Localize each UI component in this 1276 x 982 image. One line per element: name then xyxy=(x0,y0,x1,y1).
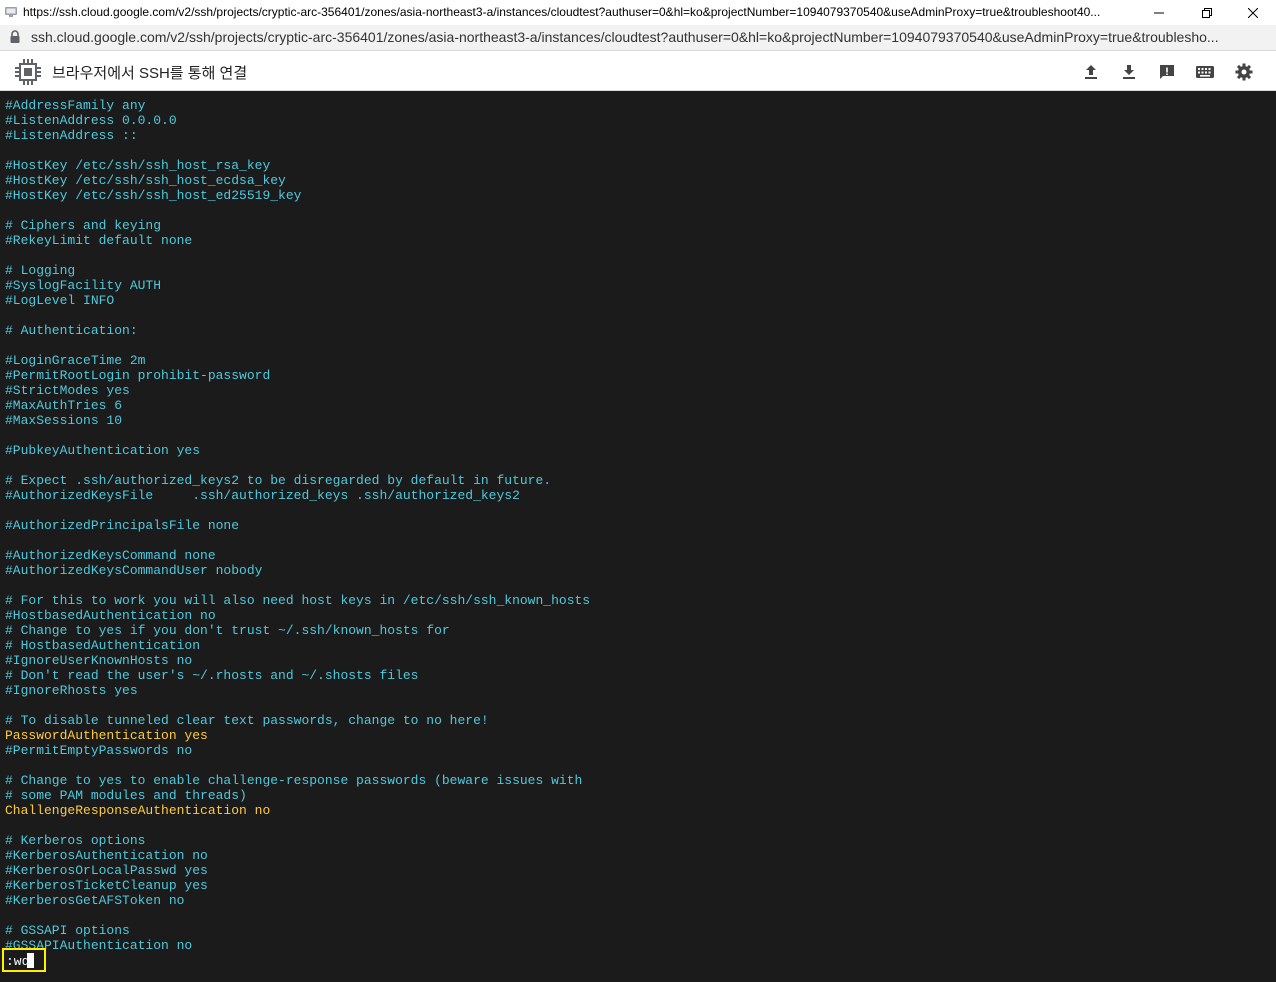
terminal-line: # Logging xyxy=(5,263,76,278)
terminal-line: #LoginGraceTime 2m xyxy=(5,353,146,368)
page-title: 브라우저에서 SSH를 통해 연결 xyxy=(52,65,248,82)
terminal-line: PasswordAuthentication yes xyxy=(5,728,208,743)
terminal-line: #KerberosOrLocalPasswd yes xyxy=(5,863,208,878)
terminal-line: #GSSAPIAuthentication no xyxy=(5,938,193,953)
terminal-output: #AddressFamily any #ListenAddress 0.0.0.0… xyxy=(5,98,590,953)
terminal-line: # HostbasedAuthentication xyxy=(5,638,201,653)
terminal-line: #StrictModes yes xyxy=(5,383,130,398)
lock-icon xyxy=(10,30,20,43)
terminal-line: # Ciphers and keying xyxy=(5,218,162,233)
upload-button[interactable] xyxy=(1079,60,1103,84)
feedback-icon xyxy=(1160,65,1174,79)
close-icon xyxy=(1248,7,1258,18)
terminal-line: #AuthorizedKeysFile .ssh/authorized_keys… xyxy=(5,488,520,503)
vim-command-line[interactable]: :wq xyxy=(6,954,29,969)
terminal[interactable]: #AddressFamily any #ListenAddress 0.0.0.0… xyxy=(0,91,1276,982)
terminal-line: #RekeyLimit default none xyxy=(5,233,193,248)
terminal-line: # Don't read the user's ~/.rhosts and ~/… xyxy=(5,668,419,683)
terminal-line: #MaxAuthTries 6 xyxy=(5,398,123,413)
terminal-line: #HostKey /etc/ssh/ssh_host_ed25519_key xyxy=(5,188,302,203)
keyboard-button[interactable] xyxy=(1193,60,1217,84)
terminal-line: #AuthorizedPrincipalsFile none xyxy=(5,518,240,533)
terminal-line: # Authentication: xyxy=(5,323,138,338)
close-button[interactable] xyxy=(1230,0,1276,25)
chip-icon xyxy=(15,59,41,85)
terminal-line: ChallengeResponseAuthentication no xyxy=(5,803,271,818)
restore-icon xyxy=(1202,7,1212,18)
terminal-line: #KerberosTicketCleanup yes xyxy=(5,878,208,893)
terminal-line: # For this to work you will also need ho… xyxy=(5,593,591,608)
terminal-line: #ListenAddress :: xyxy=(5,128,138,143)
window-title-bar: https://ssh.cloud.google.com/v2/ssh/proj… xyxy=(0,0,1276,26)
terminal-line: #PermitRootLogin prohibit-password xyxy=(5,368,271,383)
terminal-line: #PubkeyAuthentication yes xyxy=(5,443,201,458)
terminal-line: # Change to yes to enable challenge-resp… xyxy=(5,773,583,788)
terminal-line: #HostbasedAuthentication no xyxy=(5,608,216,623)
ssh-header: 브라우저에서 SSH를 통해 연결 xyxy=(0,51,1276,91)
upload-icon xyxy=(1085,65,1097,79)
feedback-button[interactable] xyxy=(1155,60,1179,84)
terminal-line: #HostKey /etc/ssh/ssh_host_ecdsa_key xyxy=(5,173,286,188)
monitor-icon xyxy=(5,7,17,17)
terminal-line: #ListenAddress 0.0.0.0 xyxy=(5,113,177,128)
terminal-line: #PermitEmptyPasswords no xyxy=(5,743,193,758)
terminal-line: #AuthorizedKeysCommandUser nobody xyxy=(5,563,263,578)
terminal-line: #IgnoreRhosts yes xyxy=(5,683,138,698)
terminal-line: #KerberosAuthentication no xyxy=(5,848,208,863)
terminal-line: #AddressFamily any xyxy=(5,98,146,113)
gear-icon xyxy=(1235,63,1253,81)
terminal-line: #SyslogFacility AUTH xyxy=(5,278,162,293)
download-icon xyxy=(1123,65,1135,79)
restore-button[interactable] xyxy=(1184,0,1230,25)
terminal-line: # some PAM modules and threads) xyxy=(5,788,247,803)
terminal-line: #HostKey /etc/ssh/ssh_host_rsa_key xyxy=(5,158,271,173)
terminal-line: #AuthorizedKeysCommand none xyxy=(5,548,216,563)
keyboard-icon xyxy=(1196,66,1214,78)
terminal-line: #KerberosGetAFSToken no xyxy=(5,893,185,908)
terminal-line: # Expect .ssh/authorized_keys2 to be dis… xyxy=(5,473,552,488)
terminal-line: # Kerberos options xyxy=(5,833,146,848)
terminal-line: # Change to yes if you don't trust ~/.ss… xyxy=(5,623,450,638)
download-button[interactable] xyxy=(1117,60,1141,84)
terminal-line: #IgnoreUserKnownHosts no xyxy=(5,653,193,668)
minimize-icon xyxy=(1154,12,1164,13)
minimize-button[interactable] xyxy=(1136,0,1182,25)
terminal-cursor xyxy=(27,953,34,968)
terminal-line: # GSSAPI options xyxy=(5,923,130,938)
terminal-line: #MaxSessions 10 xyxy=(5,413,123,428)
terminal-line: # To disable tunneled clear text passwor… xyxy=(5,713,489,728)
terminal-line: #LogLevel INFO xyxy=(5,293,115,308)
settings-button[interactable] xyxy=(1232,60,1256,84)
url-text: ssh.cloud.google.com/v2/ssh/projects/cry… xyxy=(31,29,1219,45)
address-bar[interactable]: ssh.cloud.google.com/v2/ssh/projects/cry… xyxy=(0,25,1276,51)
window-title: https://ssh.cloud.google.com/v2/ssh/proj… xyxy=(23,5,1101,19)
